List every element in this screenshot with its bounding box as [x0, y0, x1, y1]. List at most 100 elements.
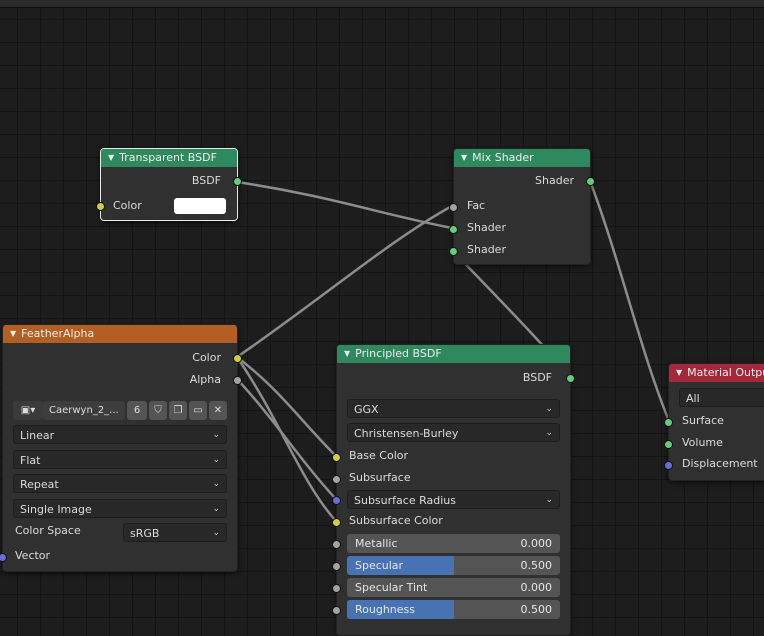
chevron-down-icon: ⌄ [212, 528, 220, 538]
node-title: FeatherAlpha [21, 327, 95, 340]
subsurface-radius-value: Subsurface Radius [354, 494, 456, 507]
roughness-slider[interactable]: Roughness 0.500 [347, 600, 560, 619]
interpolation-dropdown[interactable]: Linear ⌄ [13, 425, 227, 444]
output-socket-color[interactable] [233, 354, 242, 363]
slider-value: 0.000 [520, 537, 553, 550]
principled-bsdf-header[interactable]: ▼ Principled BSDF [337, 345, 570, 363]
chevron-down-icon: ⌄ [545, 404, 553, 414]
extension-value: Repeat [20, 478, 59, 491]
principled-bsdf-node[interactable]: ▼ Principled BSDF BSDF GGX ⌄ Christensen-B… [332, 344, 575, 636]
input-socket-color[interactable] [96, 202, 105, 211]
slider-value: 0.000 [520, 581, 553, 594]
input-label-displacement: Displacement [682, 457, 758, 470]
color-space-label: Color Space [15, 524, 81, 537]
input-label-volume: Volume [682, 436, 723, 449]
feather-alpha-node[interactable]: ▼ FeatherAlpha Color Alpha ▣▾ Caerwyn_2_.… [0, 324, 242, 572]
specular-slider[interactable]: Specular 0.500 [347, 556, 560, 575]
input-label-surface: Surface [682, 414, 724, 427]
input-label-fac: Fac [467, 199, 486, 212]
input-label-shader-1: Shader [467, 221, 506, 234]
specular-tint-slider[interactable]: Specular Tint 0.000 [347, 578, 560, 597]
metallic-slider[interactable]: Metallic 0.000 [347, 534, 560, 553]
distribution-value: GGX [354, 403, 379, 416]
input-socket-shader-1[interactable] [449, 225, 458, 234]
fake-user-shield-icon[interactable]: ⛉ [149, 401, 167, 420]
collapse-triangle-icon[interactable]: ▼ [108, 149, 114, 167]
open-folder-icon[interactable]: ▭ [189, 401, 207, 420]
transparent-bsdf-header[interactable]: ▼ Transparent BSDF [101, 149, 237, 167]
output-socket-shader[interactable] [586, 177, 595, 186]
input-socket-surface[interactable] [664, 418, 673, 427]
input-socket-specular[interactable] [332, 562, 341, 571]
input-socket-base-color[interactable] [332, 453, 341, 462]
collapse-triangle-icon[interactable]: ▼ [461, 149, 467, 167]
input-label-vector: Vector [15, 549, 51, 562]
input-socket-subsurface[interactable] [332, 475, 341, 484]
output-socket-bsdf[interactable] [233, 177, 242, 186]
input-socket-specular-tint[interactable] [332, 584, 341, 593]
input-label-subsurface-color: Subsurface Color [349, 514, 443, 527]
slider-label: Specular Tint [355, 581, 428, 594]
target-dropdown[interactable]: All [679, 388, 764, 407]
link-feather-alpha-to-mix-fac[interactable] [235, 204, 454, 359]
output-label-bsdf: BSDF [522, 371, 552, 384]
mix-shader-header[interactable]: ▼ Mix Shader [454, 149, 590, 167]
transparent-bsdf-node[interactable]: ▼ Transparent BSDF BSDF Color [96, 148, 242, 221]
material-output-node[interactable]: ▼ Material Output All Surface Volume Disp… [664, 363, 764, 481]
collapse-triangle-icon[interactable]: ▼ [344, 345, 350, 363]
input-socket-shader-2[interactable] [449, 247, 458, 256]
image-browse-button[interactable]: ▣▾ [13, 401, 43, 420]
duplicate-image-icon[interactable]: ❐ [169, 401, 187, 420]
chevron-down-icon: ⌄ [212, 504, 220, 514]
projection-value: Flat [20, 454, 41, 467]
color-swatch-white[interactable] [174, 198, 226, 214]
slider-value: 0.500 [520, 603, 553, 616]
input-label-shader-2: Shader [467, 243, 506, 256]
distribution-dropdown[interactable]: GGX ⌄ [347, 399, 560, 418]
chevron-down-icon: ⌄ [545, 495, 553, 505]
input-socket-subsurface-radius[interactable] [332, 496, 341, 505]
mix-shader-node[interactable]: ▼ Mix Shader Shader Fac Shader Shader [449, 148, 595, 265]
input-socket-volume[interactable] [664, 440, 673, 449]
extension-dropdown[interactable]: Repeat ⌄ [13, 474, 227, 493]
target-value: All [686, 392, 700, 405]
input-socket-metallic[interactable] [332, 540, 341, 549]
material-output-header[interactable]: ▼ Material Output [669, 364, 764, 382]
collapse-triangle-icon[interactable]: ▼ [676, 364, 682, 382]
input-socket-fac[interactable] [449, 203, 458, 212]
input-label-subsurface: Subsurface [349, 471, 411, 484]
unlink-close-icon[interactable]: ✕ [209, 401, 227, 420]
image-name-field[interactable]: Caerwyn_2_... [43, 401, 125, 420]
image-icon: ▣▾ [20, 405, 36, 416]
interpolation-value: Linear [20, 429, 55, 442]
subsurface-method-dropdown[interactable]: Christensen-Burley ⌄ [347, 423, 560, 442]
output-label-bsdf: BSDF [191, 174, 221, 187]
subsurface-method-value: Christensen-Burley [354, 427, 459, 440]
chevron-down-icon: ⌄ [212, 479, 220, 489]
source-dropdown[interactable]: Single Image ⌄ [13, 499, 227, 518]
input-socket-subsurface-color[interactable] [332, 518, 341, 527]
source-value: Single Image [20, 503, 92, 516]
slider-label: Specular [355, 559, 404, 572]
link-mix-shader-to-material-output[interactable] [588, 179, 671, 423]
link-transparent-bsdf-to-mix-shader[interactable] [235, 180, 454, 230]
image-users-count[interactable]: 6 [127, 401, 147, 420]
output-socket-bsdf[interactable] [566, 374, 575, 383]
slider-label: Metallic [355, 537, 398, 550]
color-space-value: sRGB [130, 527, 160, 540]
subsurface-radius-dropdown[interactable]: Subsurface Radius ⌄ [347, 490, 560, 509]
projection-dropdown[interactable]: Flat ⌄ [13, 450, 227, 469]
output-socket-alpha[interactable] [233, 376, 242, 385]
feather-alpha-header[interactable]: ▼ FeatherAlpha [3, 325, 237, 343]
collapse-triangle-icon[interactable]: ▼ [10, 325, 16, 343]
chevron-down-icon: ⌄ [212, 430, 220, 440]
input-socket-displacement[interactable] [664, 461, 673, 470]
node-title: Material Output [687, 366, 764, 379]
slider-label: Roughness [355, 603, 416, 616]
color-space-dropdown[interactable]: sRGB ⌄ [123, 523, 227, 542]
input-label-base-color: Base Color [349, 449, 409, 462]
input-socket-roughness[interactable] [332, 606, 341, 615]
slider-value: 0.500 [520, 559, 553, 572]
input-socket-vector[interactable] [0, 553, 7, 562]
output-label-shader: Shader [535, 174, 574, 187]
